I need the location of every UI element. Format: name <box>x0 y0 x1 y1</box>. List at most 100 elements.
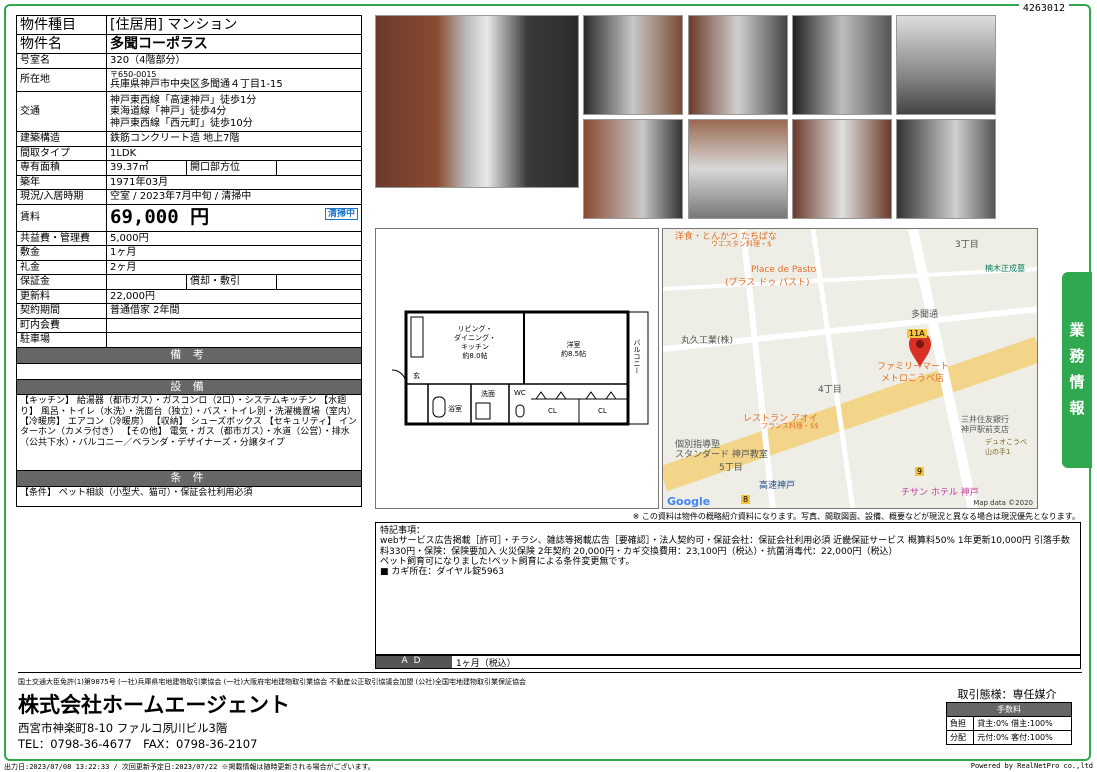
row-renew: 更新料 22,000円 <box>16 288 362 305</box>
map-label: 3丁目 <box>955 240 979 250</box>
interior-photo[interactable] <box>688 15 788 115</box>
parking-value <box>106 332 362 348</box>
deposit-label: 敷金 <box>16 245 107 261</box>
row-rent: 賃料 69,000 円 清掃中 <box>16 203 362 232</box>
transport-value: 神戸東西線「高速神戸」徒歩1分 東海道線「神戸」徒歩4分 神戸東西線「西元町」徒歩1… <box>106 91 362 133</box>
built-label: 築年 <box>16 174 107 191</box>
deposit-value: 1ヶ月 <box>106 245 362 261</box>
map-label: 5丁目 <box>719 463 743 473</box>
row-parking: 駐車場 <box>16 332 362 348</box>
map-label: 高速神戸 <box>759 481 796 491</box>
built-value: 1971年03月 <box>106 174 362 191</box>
license-text: 国土交通大臣免許(1)第9875号 (一社)兵庫県宅地建物取引業協会 (一社)大… <box>18 678 527 686</box>
map-label: 山の手1 <box>985 448 1011 456</box>
company-address: 西宮市神楽町8-10 ファルコ夙川ビル3階 <box>18 721 228 735</box>
ad-row: AD 1ヶ月（税込） <box>375 655 1081 669</box>
map-route-badge: 11A <box>907 329 927 338</box>
address: 兵庫県神戸市中央区多聞通４丁目1-15 <box>110 78 283 90</box>
powered-by: Powered by RealNetPro co.,ltd <box>970 762 1093 770</box>
rent-label: 賃料 <box>16 203 107 232</box>
row-room: 号室名 320（4階部分） <box>16 53 362 69</box>
transport-label: 交通 <box>16 91 107 133</box>
interior-photo[interactable] <box>792 119 892 219</box>
type-label: 物件種目 <box>16 14 107 36</box>
transport-line: 神戸東西線「西元町」徒歩10分 <box>110 117 253 129</box>
floor-plan-drawing <box>391 310 649 426</box>
map-label: スタンダード 神戸教室 <box>675 450 768 460</box>
map-label: (プラス ドゥ パスト) <box>725 278 810 288</box>
transport-line: 神戸東西線「高速神戸」徒歩1分 <box>110 94 257 106</box>
map-route-badge: 9 <box>915 467 925 476</box>
equipment-text: 【キッチン】 給湯器（都市ガス）・ガスコンロ（2口）・システムキッチン 【水廻り… <box>16 394 362 472</box>
transaction-type: 取引態様：専任媒介 <box>957 688 1057 701</box>
floor-plan: リビング・ ダイニング・ キッチン 約8.0帖 洋室 約8.5帖 バルコニー 玄… <box>375 228 659 509</box>
fee-heading: 手数料 <box>946 702 1072 717</box>
assoc-fee-value <box>106 317 362 334</box>
equipment-heading: 設 備 <box>16 378 362 396</box>
postal-code: 〒650-0015 <box>110 69 157 79</box>
row-mgmt: 共益費・管理費 5,000円 <box>16 230 362 247</box>
status-value: 空室 / 2023年7月中旬 / 清掃中 <box>106 189 362 205</box>
map-label: ウエスタン料理・$ <box>711 240 772 248</box>
renewal-label: 更新料 <box>16 288 107 305</box>
row-structure: 建築構造 鉄筋コンクリート造 地上7階 <box>16 131 362 147</box>
key-money-label: 礼金 <box>16 259 107 276</box>
row-built: 築年 1971年03月 <box>16 174 362 191</box>
row-layout: 間取タイプ 1LDK <box>16 145 362 162</box>
row-area: 専有面積 39.37㎡ 開口部方位 <box>16 160 362 176</box>
structure-value: 鉄筋コンクリート造 地上7階 <box>106 131 362 147</box>
bath-label: 浴室 <box>448 405 462 413</box>
ad-label: AD <box>376 656 452 668</box>
wc-label: WC <box>514 389 526 397</box>
burden-value: 貸主:0% 借主:100% <box>973 716 1072 731</box>
disclaimer-note: ※ この資料は物件の概略紹介資料になります。写真、間取図面、設備、概要などが現況… <box>632 512 1080 521</box>
guarantee-value <box>106 274 187 290</box>
name-value: 多聞コーポラス <box>106 34 362 55</box>
rent-cell: 69,000 円 清掃中 <box>106 203 362 232</box>
amortization-label: 償却・敷引 <box>186 274 277 290</box>
cleaning-badge: 清掃中 <box>324 207 358 221</box>
map-label: 4丁目 <box>818 385 842 395</box>
main-interior-photo[interactable] <box>375 15 579 188</box>
row-contract: 契約期間 普通借家 2年間 <box>16 303 362 319</box>
row-status: 現況/入居時期 空室 / 2023年7月中旬 / 清掃中 <box>16 189 362 205</box>
interior-photo[interactable] <box>896 119 996 219</box>
location-value: 〒650-0015 兵庫県神戸市中央区多聞通４丁目1-15 <box>106 67 362 93</box>
remarks-heading: 備 考 <box>16 346 362 364</box>
map-label: 丸久工業(株) <box>681 336 734 346</box>
fee-table: 手数料 負担 貸主:0% 借主:100% 分配 元付:0% 客付:100% <box>945 702 1072 745</box>
interior-photo[interactable] <box>688 119 788 219</box>
interior-photo[interactable] <box>583 15 683 115</box>
mgmt-fee-label: 共益費・管理費 <box>16 230 107 247</box>
business-info-tab[interactable]: 業務情報 <box>1062 272 1092 468</box>
interior-photo[interactable] <box>583 119 683 219</box>
layout-label: 間取タイプ <box>16 145 107 162</box>
interior-photo[interactable] <box>896 15 996 115</box>
layout-value: 1LDK <box>106 145 362 162</box>
area-value: 39.37㎡ <box>106 160 187 176</box>
closet-label: CL <box>548 407 557 415</box>
company-phone: TEL：0798-36-4677 FAX：0798-36-2107 <box>18 737 258 751</box>
balcony-label: バルコニー <box>633 339 641 374</box>
row-name: 物件名 多聞コーポラス <box>16 34 362 55</box>
area-label: 専有面積 <box>16 160 107 176</box>
location-map[interactable]: 洋食・とんかつ たちばな ウエスタン料理・$ Place de Pasto (プ… <box>662 228 1038 509</box>
output-footer: 出力日:2023/07/08 13:22:33 / 次回更新予定日:2023/0… <box>4 762 1093 772</box>
company-name: 株式会社ホームエージェント <box>18 693 290 717</box>
map-label: チサン ホテル 神戸 <box>901 488 979 498</box>
location-label: 所在地 <box>16 67 107 93</box>
row-deposit: 敷金 1ヶ月 <box>16 245 362 261</box>
row-guarantee: 保証金 償却・敷引 <box>16 274 362 290</box>
room-label: 号室名 <box>16 53 107 69</box>
room-ldk-label: リビング・ ダイニング・ キッチン 約8.0帖 <box>454 325 496 361</box>
row-location: 所在地 〒650-0015 兵庫県神戸市中央区多聞通４丁目1-15 <box>16 67 362 93</box>
document-id: 4263012 <box>1018 3 1069 14</box>
map-label: 楠木正成墓 <box>985 264 1025 273</box>
special-notes-box: 特記事項： webサービス広告掲載［許可］・チラシ、雑誌等掲載広告［要確認］・法… <box>375 522 1081 655</box>
map-label: 神戸駅前支店 <box>961 425 1009 434</box>
assoc-fee-label: 町内会費 <box>16 317 107 334</box>
ad-value: 1ヶ月（税込） <box>456 659 516 669</box>
map-label: フランス料理・$$ <box>761 422 819 430</box>
contract-label: 契約期間 <box>16 303 107 319</box>
interior-photo[interactable] <box>792 15 892 115</box>
